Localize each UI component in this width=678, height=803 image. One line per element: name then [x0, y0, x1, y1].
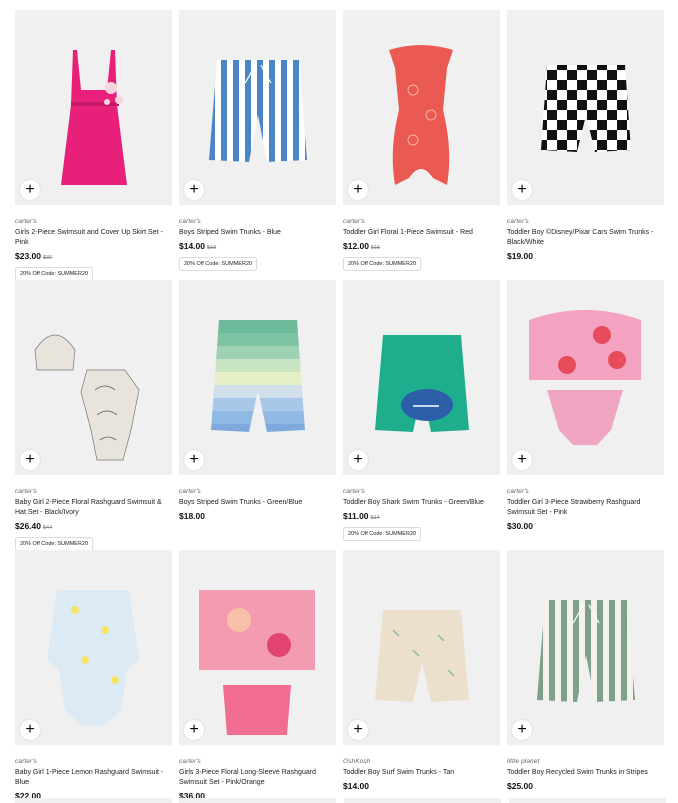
- product-card[interactable]: + little planet Toddler Boy Recycled Swim …: [507, 550, 664, 803]
- sale-price: $12.00: [343, 241, 369, 251]
- product-title[interactable]: Baby Girl 2-Piece Floral Rashguard Swims…: [15, 498, 172, 518]
- product-title[interactable]: Toddler Boy ©Disney/Pixar Cars Swim Trun…: [507, 228, 664, 248]
- original-price: $44: [43, 525, 53, 531]
- sale-price: $11.00: [343, 511, 369, 521]
- brand-name: carter's: [179, 758, 201, 765]
- add-to-cart-plus-icon[interactable]: +: [20, 450, 40, 470]
- product-title[interactable]: Boys Striped Swim Trunks - Green/Blue: [179, 498, 336, 508]
- product-image[interactable]: +: [507, 280, 664, 475]
- sale-price: $26.40: [15, 521, 41, 531]
- product-card[interactable]: + carter's Baby Girl 1-Piece Lemon Rashgua…: [15, 550, 172, 803]
- price-line: $12.00 $15: [343, 241, 500, 251]
- promo-code-badge: 20% Off Code: SUMMER20: [15, 537, 94, 551]
- sale-price: $14.00: [179, 241, 205, 251]
- add-to-cart-plus-icon[interactable]: +: [184, 720, 204, 740]
- promo-code-badge: 20% Off Code: SUMMER20: [15, 267, 94, 281]
- product-title[interactable]: Girls 2-Piece Swimsuit and Cover Up Skir…: [15, 228, 172, 248]
- product-grid: + carter's Girls 2-Piece Swimsuit and Cove…: [15, 10, 666, 803]
- add-to-cart-plus-icon[interactable]: +: [512, 180, 532, 200]
- sale-price: $25.00: [507, 781, 533, 791]
- product-title[interactable]: Toddler Boy Surf Swim Trunks - Tan: [343, 768, 500, 778]
- brand-name: carter's: [343, 218, 365, 225]
- product-card[interactable]: + carter's Boys Striped Swim Trunks - Blue…: [179, 10, 336, 280]
- product-title[interactable]: Girls 3-Piece Floral Long-Sleeve Rashgua…: [179, 768, 336, 788]
- price-line: $23.00 $30: [15, 251, 172, 261]
- product-image[interactable]: +: [343, 550, 500, 745]
- product-image[interactable]: +: [507, 10, 664, 205]
- product-image[interactable]: +: [15, 280, 172, 475]
- price-line: $14.00 $18: [179, 241, 336, 251]
- product-image[interactable]: +: [343, 280, 500, 475]
- price-line: $26.40 $44: [15, 521, 172, 531]
- promo-code-badge: 20% Off Code: SUMMER20: [343, 527, 422, 541]
- price-line: $30.00: [507, 521, 664, 531]
- brand-name: carter's: [179, 218, 201, 225]
- product-title[interactable]: Toddler Boy Recycled Swim Trunks in Stri…: [507, 768, 664, 778]
- brand-name: carter's: [507, 218, 529, 225]
- original-price: $14: [370, 515, 380, 521]
- product-card[interactable]: + carter's Toddler Boy ©Disney/Pixar Cars …: [507, 10, 664, 280]
- product-card[interactable]: + carter's Baby Girl 2-Piece Floral Rashgu…: [15, 280, 172, 551]
- original-price: $15: [371, 245, 381, 251]
- add-to-cart-plus-icon[interactable]: +: [20, 720, 40, 740]
- product-image[interactable]: +: [507, 550, 664, 745]
- price-line: $11.00 $14: [343, 511, 500, 521]
- product-card[interactable]: + carter's Boys Striped Swim Trunks - Gree…: [179, 280, 336, 550]
- product-image[interactable]: +: [179, 10, 336, 205]
- price-line: $25.00: [507, 781, 664, 791]
- product-title[interactable]: Toddler Girl Floral 1-Piece Swimsuit - R…: [343, 228, 500, 238]
- sale-price: $18.00: [179, 511, 205, 521]
- add-to-cart-plus-icon[interactable]: +: [348, 450, 368, 470]
- product-card[interactable]: + carter's Toddler Boy Shark Swim Trunks -…: [343, 280, 500, 550]
- brand-name: carter's: [507, 488, 529, 495]
- product-image[interactable]: +: [15, 10, 172, 205]
- sale-price: $14.00: [343, 781, 369, 791]
- product-title[interactable]: Boys Striped Swim Trunks - Blue: [179, 228, 336, 238]
- sale-price: $19.00: [507, 251, 533, 261]
- add-to-cart-plus-icon[interactable]: +: [20, 180, 40, 200]
- add-to-cart-plus-icon[interactable]: +: [348, 180, 368, 200]
- brand-name: carter's: [343, 488, 365, 495]
- product-card[interactable]: + carter's Girls 2-Piece Swimsuit and Cove…: [15, 10, 172, 281]
- brand-name: carter's: [15, 218, 37, 225]
- product-card[interactable]: + carter's Toddler Girl 3-Piece Strawberry…: [507, 280, 664, 550]
- brand-name: carter's: [179, 488, 201, 495]
- brand-name: little planet: [507, 758, 540, 765]
- add-to-cart-plus-icon[interactable]: +: [348, 720, 368, 740]
- product-title[interactable]: Toddler Girl 3-Piece Strawberry Rashguar…: [507, 498, 664, 518]
- add-to-cart-plus-icon[interactable]: +: [512, 720, 532, 740]
- product-title[interactable]: Baby Girl 1-Piece Lemon Rashguard Swimsu…: [15, 768, 172, 788]
- add-to-cart-plus-icon[interactable]: +: [512, 450, 532, 470]
- product-image[interactable]: +: [179, 550, 336, 745]
- product-image[interactable]: +: [343, 10, 500, 205]
- brand-name: carter's: [15, 758, 37, 765]
- product-image[interactable]: +: [15, 550, 172, 745]
- brand-name: carter's: [15, 488, 37, 495]
- price-line: $19.00: [507, 251, 664, 261]
- product-image[interactable]: +: [179, 280, 336, 475]
- promo-code-badge: 20% Off Code: SUMMER20: [179, 257, 258, 271]
- product-card[interactable]: + carter's Toddler Girl Floral 1-Piece Swi…: [343, 10, 500, 280]
- original-price: $18: [207, 245, 217, 251]
- sale-price: $30.00: [507, 521, 533, 531]
- brand-name: OshKosh: [343, 758, 371, 765]
- add-to-cart-plus-icon[interactable]: +: [184, 180, 204, 200]
- price-line: $14.00: [343, 781, 500, 791]
- promo-code-badge: 20% Off Code: SUMMER20: [343, 257, 422, 271]
- add-to-cart-plus-icon[interactable]: +: [184, 450, 204, 470]
- price-line: $18.00: [179, 511, 336, 521]
- product-card[interactable]: + carter's Girls 3-Piece Floral Long-Sleev…: [179, 550, 336, 803]
- original-price: $30: [43, 255, 53, 261]
- product-card[interactable]: + OshKosh Toddler Boy Surf Swim Trunks - T…: [343, 550, 500, 803]
- sale-price: $23.00: [15, 251, 41, 261]
- product-title[interactable]: Toddler Boy Shark Swim Trunks - Green/Bl…: [343, 498, 500, 508]
